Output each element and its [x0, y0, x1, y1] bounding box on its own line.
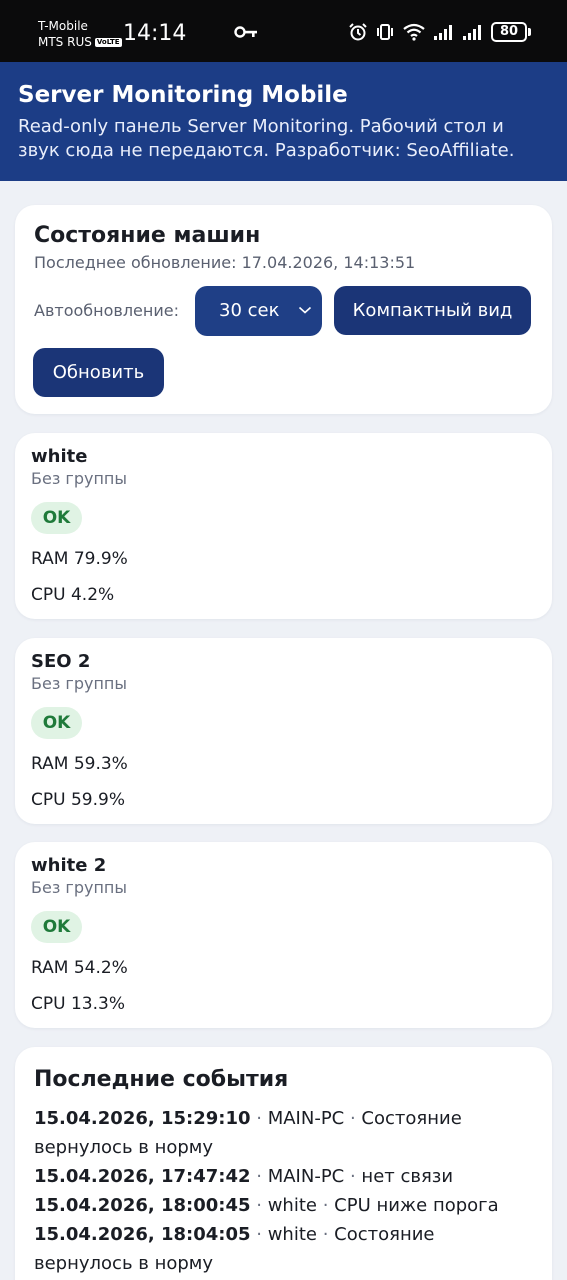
battery-icon: 80 — [491, 22, 531, 42]
machine-card[interactable]: SEO 2 Без группы OK RAM 59.3% CPU 59.9% — [15, 638, 552, 824]
event-item: 15.04.2026, 18:04:05 · white · Состояние… — [34, 1220, 534, 1278]
status-clock: 14:14 — [123, 21, 187, 46]
wifi-icon — [403, 23, 425, 41]
status-badge: OK — [31, 707, 82, 739]
machine-name: SEO 2 — [31, 651, 91, 672]
auto-refresh-label: Автообновление: — [34, 301, 179, 320]
auto-refresh-value: 30 сек — [219, 300, 280, 321]
last-updated: Последнее обновление: 17.04.2026, 14:13:… — [34, 253, 416, 272]
vibrate-icon — [377, 24, 393, 40]
carrier-info: T-Mobile MTS RUS VoLTE — [38, 18, 122, 50]
machine-name: white — [31, 446, 88, 467]
event-item: 15.04.2026, 18:00:45 · white · CPU ниже … — [34, 1191, 534, 1220]
recent-events-panel: Последние события 15.04.2026, 15:29:10 ·… — [15, 1047, 552, 1280]
machine-ram: RAM 54.2% — [31, 958, 128, 978]
event-separator: · — [316, 1195, 335, 1216]
carrier-name-2: MTS RUS — [38, 35, 92, 49]
chevron-down-icon — [298, 306, 312, 314]
event-separator: · — [316, 1224, 335, 1245]
event-separator: · — [250, 1195, 268, 1216]
battery-level: 80 — [491, 22, 527, 42]
refresh-button[interactable]: Обновить — [33, 348, 164, 397]
machine-cpu: CPU 59.9% — [31, 790, 125, 810]
event-separator: · — [344, 1108, 362, 1129]
alarm-icon — [349, 23, 367, 41]
machine-ram: RAM 59.3% — [31, 754, 128, 774]
status-bar: T-Mobile MTS RUS VoLTE 14:14 80 — [0, 0, 567, 62]
volte-icon: VoLTE — [94, 38, 122, 47]
event-separator: · — [250, 1224, 268, 1245]
machine-card[interactable]: white 2 Без группы OK RAM 54.2% CPU 13.3… — [15, 842, 552, 1028]
machine-card[interactable]: white Без группы OK RAM 79.9% CPU 4.2% — [15, 433, 552, 619]
event-time: 15.04.2026, 18:00:45 — [34, 1195, 251, 1216]
event-separator: · — [250, 1108, 268, 1129]
machine-cpu: CPU 4.2% — [31, 585, 115, 605]
signal-icon — [434, 25, 452, 40]
machines-state-panel: Состояние машин Последнее обновление: 17… — [15, 205, 552, 414]
machine-group: Без группы — [31, 469, 127, 488]
machine-group: Без группы — [31, 878, 127, 897]
machine-group: Без группы — [31, 674, 127, 693]
event-time: 15.04.2026, 18:04:05 — [34, 1224, 251, 1245]
event-item: 15.04.2026, 17:47:42 · MAIN-PC · нет свя… — [34, 1162, 534, 1191]
event-host: MAIN-PC — [267, 1166, 345, 1187]
events-list: 15.04.2026, 15:29:10 · MAIN-PC · Состоян… — [34, 1104, 534, 1278]
event-time: 15.04.2026, 17:47:42 — [34, 1166, 251, 1187]
machine-ram: RAM 79.9% — [31, 549, 128, 569]
event-separator: · — [344, 1166, 362, 1187]
event-host: MAIN-PC — [267, 1108, 345, 1129]
app-title: Server Monitoring Mobile — [18, 82, 348, 108]
events-title: Последние события — [34, 1067, 289, 1092]
carrier-name-1: T-Mobile — [38, 19, 88, 33]
machine-name: white 2 — [31, 855, 107, 876]
event-host: white — [267, 1195, 317, 1216]
event-host: white — [267, 1224, 317, 1245]
event-item: 15.04.2026, 15:29:10 · MAIN-PC · Состоян… — [34, 1104, 534, 1162]
event-separator: · — [250, 1166, 268, 1187]
app-subtitle: Read-only панель Server Monitoring. Рабо… — [18, 116, 515, 161]
status-badge: OK — [31, 911, 82, 943]
machine-cpu: CPU 13.3% — [31, 994, 125, 1014]
compact-view-button[interactable]: Компактный вид — [334, 286, 531, 335]
event-text: нет связи — [361, 1166, 454, 1187]
app-header: Server Monitoring Mobile Read-only панел… — [0, 62, 567, 181]
panel-title: Состояние машин — [34, 223, 261, 248]
status-badge: OK — [31, 502, 82, 534]
event-text: CPU ниже порога — [334, 1195, 499, 1216]
event-time: 15.04.2026, 15:29:10 — [34, 1108, 251, 1129]
key-icon — [234, 26, 257, 38]
auto-refresh-select[interactable]: 30 сек — [195, 286, 322, 336]
signal-icon — [463, 25, 481, 40]
